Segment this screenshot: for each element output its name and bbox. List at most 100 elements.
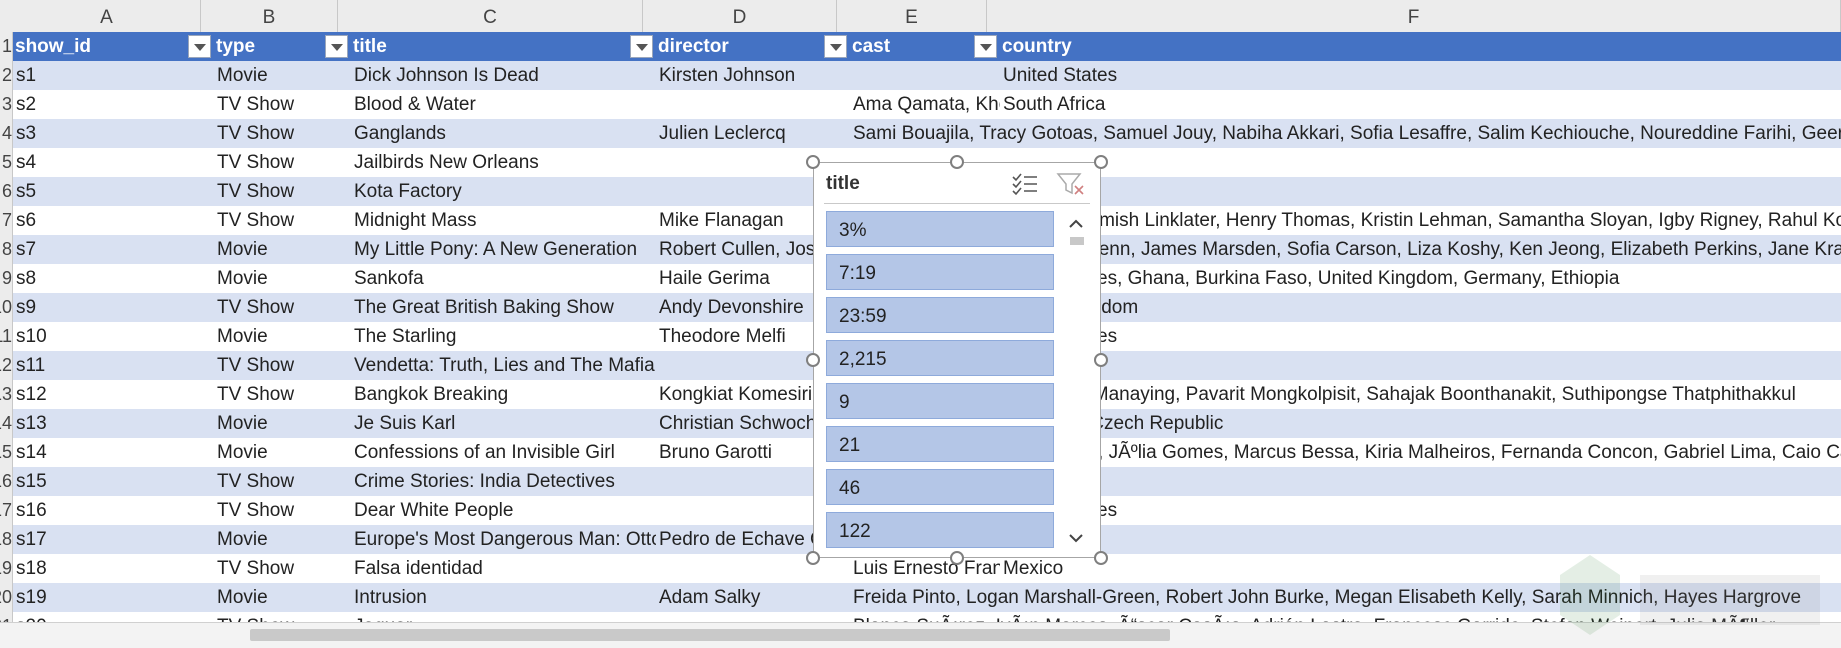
cell-title[interactable]: The Starling bbox=[351, 322, 656, 351]
chevron-up-icon[interactable] bbox=[1068, 217, 1084, 231]
cell-country[interactable] bbox=[1000, 119, 1841, 148]
cell-title[interactable]: Confessions of an Invisible Girl bbox=[351, 438, 656, 467]
cell-title[interactable]: Sankofa bbox=[351, 264, 656, 293]
filter-dropdown-icon[interactable] bbox=[325, 35, 348, 58]
cell-show-id[interactable]: s5 bbox=[13, 177, 214, 206]
row-number[interactable]: 7 bbox=[0, 206, 12, 235]
slicer-scroll-thumb[interactable] bbox=[1070, 237, 1084, 245]
cell-type[interactable]: TV Show bbox=[214, 90, 351, 119]
cell-title[interactable]: Dick Johnson Is Dead bbox=[351, 61, 656, 90]
cell-title[interactable]: Je Suis Karl bbox=[351, 409, 656, 438]
row-number[interactable]: 6 bbox=[0, 177, 12, 206]
filter-dropdown-icon[interactable] bbox=[824, 35, 847, 58]
cell-show-id[interactable]: s10 bbox=[13, 322, 214, 351]
cell-title[interactable]: Europe's Most Dangerous Man: Otto Skorze… bbox=[351, 525, 656, 554]
title-slicer[interactable]: title 3% 7:19 23:59 2,215 9 21 46 122 bbox=[813, 162, 1101, 558]
cell-country[interactable]: United States, Ghana, Burkina Faso, Unit… bbox=[1000, 264, 1841, 293]
clear-filter-icon[interactable] bbox=[1056, 171, 1086, 197]
cell-type[interactable]: Movie bbox=[214, 264, 351, 293]
cell-country[interactable]: United States bbox=[1000, 61, 1841, 90]
row-number[interactable]: 12 bbox=[0, 351, 12, 380]
cell-type[interactable]: TV Show bbox=[214, 496, 351, 525]
slicer-item[interactable]: 23:59 bbox=[826, 297, 1054, 333]
resize-handle[interactable] bbox=[806, 353, 820, 367]
cell-cast[interactable]: Luis Ernesto Franco, Camila Sodi bbox=[850, 554, 1000, 583]
resize-handle[interactable] bbox=[950, 551, 964, 565]
filter-dropdown-icon[interactable] bbox=[974, 35, 997, 58]
cell-show-id[interactable]: s7 bbox=[13, 235, 214, 264]
row-number[interactable]: 2 bbox=[0, 61, 12, 90]
cell-show-id[interactable]: s13 bbox=[13, 409, 214, 438]
cell-country[interactable]: United States bbox=[1000, 322, 1841, 351]
cell-title[interactable]: Blood & Water bbox=[351, 90, 656, 119]
cell-type[interactable]: Movie bbox=[214, 235, 351, 264]
cell-director[interactable]: Kirsten Johnson bbox=[656, 61, 850, 90]
row-number[interactable]: 13 bbox=[0, 380, 12, 409]
resize-handle[interactable] bbox=[806, 155, 820, 169]
row-number[interactable]: 8 bbox=[0, 235, 12, 264]
slicer-item[interactable]: 7:19 bbox=[826, 254, 1054, 290]
column-letter-c[interactable]: C bbox=[338, 0, 643, 32]
cell-show-id[interactable]: s6 bbox=[13, 206, 214, 235]
row-number[interactable]: 15 bbox=[0, 438, 12, 467]
cell-country[interactable]: United States bbox=[1000, 496, 1841, 525]
row-number[interactable]: 18 bbox=[0, 525, 12, 554]
resize-handle[interactable] bbox=[950, 155, 964, 169]
resize-handle[interactable] bbox=[1094, 155, 1108, 169]
slicer-item[interactable]: 21 bbox=[826, 426, 1054, 462]
cell-cast[interactable] bbox=[850, 61, 1000, 90]
slicer-scrollbar[interactable] bbox=[1062, 211, 1090, 551]
cell-country[interactable]: Germany, Czech Republic bbox=[1000, 409, 1841, 438]
column-letter-b[interactable]: B bbox=[201, 0, 338, 32]
cell-type[interactable]: Movie bbox=[214, 61, 351, 90]
cell-title[interactable]: Intrusion bbox=[351, 583, 656, 612]
row-number[interactable]: 5 bbox=[0, 148, 12, 177]
cell-director[interactable]: Adam Salky bbox=[656, 583, 850, 612]
cell-show-id[interactable]: s15 bbox=[13, 467, 214, 496]
header-cell-director[interactable]: director bbox=[656, 32, 822, 61]
cell-show-id[interactable]: s14 bbox=[13, 438, 214, 467]
cell-show-id[interactable]: s18 bbox=[13, 554, 214, 583]
cell-type[interactable]: Movie bbox=[214, 409, 351, 438]
cell-show-id[interactable]: s3 bbox=[13, 119, 214, 148]
cell-country[interactable]: United Kingdom bbox=[1000, 293, 1841, 322]
filter-dropdown-icon[interactable] bbox=[630, 35, 653, 58]
column-letter-d[interactable]: D bbox=[643, 0, 837, 32]
cell-type[interactable]: TV Show bbox=[214, 293, 351, 322]
cell-country[interactable] bbox=[1000, 525, 1841, 554]
cell-title[interactable]: Bangkok Breaking bbox=[351, 380, 656, 409]
cell-country[interactable]: South Africa bbox=[1000, 90, 1841, 119]
resize-handle[interactable] bbox=[806, 551, 820, 565]
filter-dropdown-icon[interactable] bbox=[188, 35, 211, 58]
column-letter-a[interactable]: A bbox=[13, 0, 201, 32]
row-number[interactable]: 19 bbox=[0, 554, 12, 583]
header-cell-show-id[interactable]: show_id bbox=[13, 32, 186, 61]
cell-type[interactable]: Movie bbox=[214, 583, 351, 612]
cell-country[interactable] bbox=[1000, 148, 1841, 177]
resize-handle[interactable] bbox=[1094, 353, 1108, 367]
cell-show-id[interactable]: s11 bbox=[13, 351, 214, 380]
row-number[interactable]: 16 bbox=[0, 467, 12, 496]
cell-country[interactable] bbox=[1000, 467, 1841, 496]
header-cell-cast[interactable]: cast bbox=[850, 32, 972, 61]
cell-type[interactable]: Movie bbox=[214, 525, 351, 554]
cell-country[interactable] bbox=[1000, 177, 1841, 206]
row-number[interactable]: 3 bbox=[0, 90, 12, 119]
column-letter-e[interactable]: E bbox=[837, 0, 987, 32]
cell-show-id[interactable]: s16 bbox=[13, 496, 214, 525]
cell-type[interactable]: TV Show bbox=[214, 351, 351, 380]
cell-type[interactable]: TV Show bbox=[214, 380, 351, 409]
header-cell-type[interactable]: type bbox=[214, 32, 323, 61]
cell-show-id[interactable]: s17 bbox=[13, 525, 214, 554]
cell-cast[interactable]: Ama Qamata, Khosi Ngema bbox=[850, 90, 1000, 119]
cell-show-id[interactable]: s8 bbox=[13, 264, 214, 293]
column-letter-f[interactable]: F bbox=[987, 0, 1841, 32]
slicer-item[interactable]: 3% bbox=[826, 211, 1054, 247]
cell-director[interactable]: Julien Leclercq bbox=[656, 119, 850, 148]
cell-country[interactable] bbox=[1000, 438, 1841, 467]
row-number[interactable]: 17 bbox=[0, 496, 12, 525]
row-number[interactable]: 20 bbox=[0, 583, 12, 612]
cell-country[interactable] bbox=[1000, 380, 1841, 409]
chevron-down-icon[interactable] bbox=[1068, 531, 1084, 545]
cell-show-id[interactable]: s9 bbox=[13, 293, 214, 322]
